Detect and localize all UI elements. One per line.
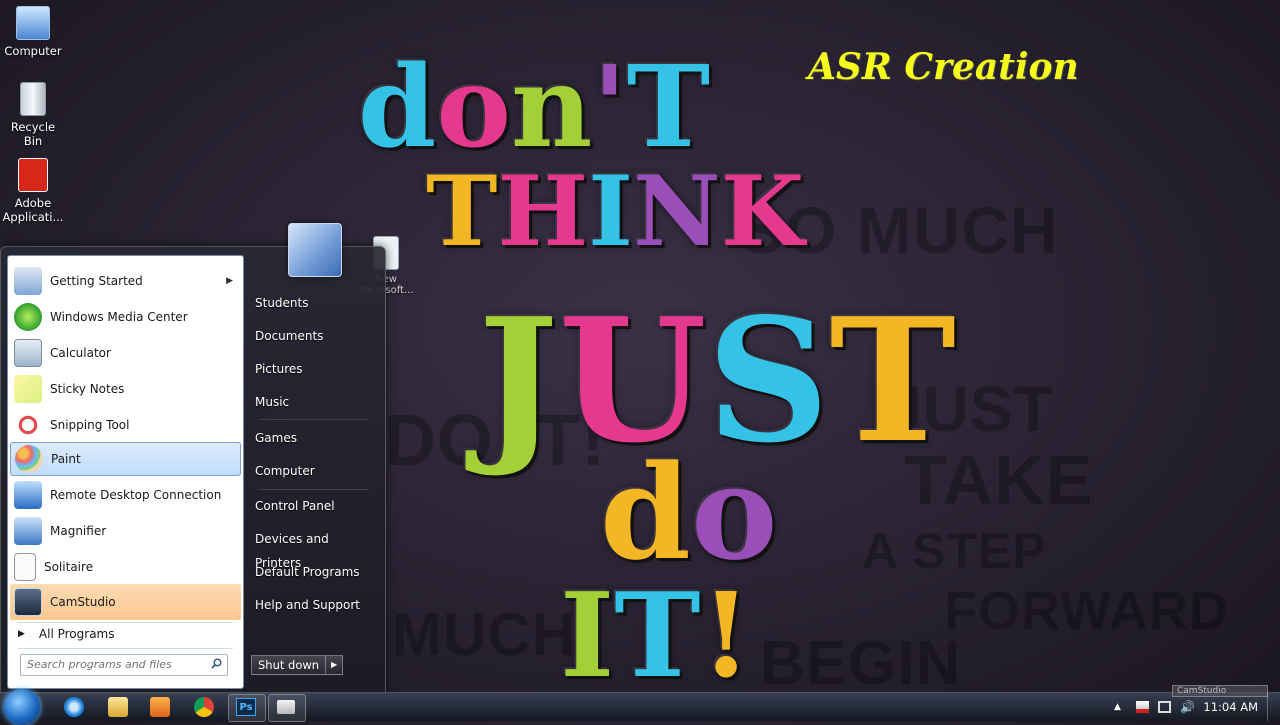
snipping-tool-icon bbox=[14, 411, 42, 439]
wallpaper-word-do: do bbox=[600, 436, 778, 589]
watermark-text: ASR Creation bbox=[808, 46, 1079, 88]
shutdown-button[interactable]: Shut down bbox=[251, 655, 327, 675]
paint-palette-icon bbox=[15, 445, 43, 473]
program-label: CamStudio bbox=[50, 595, 116, 609]
place-music[interactable]: Music bbox=[255, 390, 377, 414]
programs-pane: Getting Started ▶ Windows Media Center C… bbox=[7, 255, 244, 689]
wallpaper-bg-word: MUCH bbox=[392, 601, 576, 668]
place-computer[interactable]: Computer bbox=[255, 459, 377, 483]
program-calculator[interactable]: Calculator bbox=[10, 336, 241, 370]
search-input[interactable] bbox=[21, 655, 203, 673]
program-magnifier[interactable]: Magnifier bbox=[10, 514, 241, 548]
program-getting-started[interactable]: Getting Started ▶ bbox=[10, 264, 241, 298]
wallpaper-word-think: THINK bbox=[426, 155, 805, 268]
program-label: Windows Media Center bbox=[50, 310, 188, 324]
all-programs-arrow-icon: ▶ bbox=[18, 629, 25, 639]
program-camstudio[interactable]: CamStudio bbox=[10, 584, 241, 620]
program-label: Solitaire bbox=[44, 560, 94, 574]
show-desktop-button[interactable] bbox=[1267, 693, 1280, 721]
show-hidden-icons-arrow[interactable]: ▲ bbox=[1114, 701, 1127, 713]
places-separator bbox=[259, 489, 369, 490]
desktop-icon-label: Computer bbox=[4, 44, 62, 58]
place-help-and-support[interactable]: Help and Support bbox=[255, 593, 377, 617]
shutdown-group: Shut down ▶ bbox=[251, 655, 344, 675]
start-menu: Getting Started ▶ Windows Media Center C… bbox=[0, 223, 386, 694]
wallpaper-bg-word: FORWARD bbox=[944, 581, 1229, 641]
network-icon[interactable] bbox=[1158, 701, 1171, 713]
action-center-flag-icon[interactable] bbox=[1136, 701, 1149, 713]
desktop-icon-label: Adobe Applicati... bbox=[2, 196, 64, 224]
program-label: Calculator bbox=[50, 346, 111, 360]
volume-icon[interactable]: 🔊 bbox=[1180, 701, 1195, 713]
camstudio-icon bbox=[14, 588, 42, 616]
desktop-icon-recycle-bin[interactable]: Recycle Bin bbox=[1, 82, 65, 148]
program-remote-desktop-connection[interactable]: Remote Desktop Connection bbox=[10, 478, 241, 512]
wallpaper-word-it: IT! bbox=[560, 568, 752, 704]
place-control-panel[interactable]: Control Panel bbox=[255, 494, 377, 518]
program-snipping-tool[interactable]: Snipping Tool bbox=[10, 408, 241, 442]
program-label: Snipping Tool bbox=[50, 418, 130, 432]
magnifier-icon bbox=[14, 517, 42, 545]
places-separator bbox=[259, 419, 369, 420]
wallpaper-bg-word: A STEP bbox=[862, 523, 1047, 579]
place-students[interactable]: Students bbox=[255, 291, 377, 315]
computer-icon bbox=[16, 6, 50, 40]
taskbar: Ps CamStudio ▲ 🔊 11:04 AM bbox=[0, 685, 1280, 725]
program-label: Getting Started bbox=[50, 274, 143, 288]
search-icon[interactable] bbox=[211, 658, 222, 669]
program-label: Sticky Notes bbox=[50, 382, 125, 396]
wallpaper-bg-word: BEGIN bbox=[760, 629, 962, 698]
internet-explorer-icon[interactable] bbox=[64, 697, 84, 717]
all-programs-label: All Programs bbox=[38, 627, 115, 641]
taskbar-camstudio-button[interactable] bbox=[268, 694, 306, 722]
submenu-arrow-icon: ▶ bbox=[226, 276, 233, 286]
desktop-icon-label: Recycle Bin bbox=[10, 120, 56, 148]
recycle-bin-icon bbox=[20, 82, 46, 116]
remote-desktop-icon bbox=[14, 481, 42, 509]
program-label: Remote Desktop Connection bbox=[50, 488, 222, 502]
media-player-icon[interactable] bbox=[150, 697, 170, 717]
calculator-icon bbox=[14, 339, 42, 367]
getting-started-icon bbox=[14, 267, 42, 295]
program-sticky-notes[interactable]: Sticky Notes bbox=[10, 372, 241, 406]
all-programs-button[interactable]: ▶ All Programs bbox=[14, 622, 236, 646]
sticky-notes-icon bbox=[14, 375, 42, 403]
wallpaper-word-dont: don'T bbox=[358, 42, 711, 173]
place-pictures[interactable]: Pictures bbox=[255, 357, 377, 381]
program-solitaire[interactable]: Solitaire bbox=[10, 550, 241, 584]
windows-media-center-icon bbox=[14, 303, 42, 331]
windows-explorer-icon[interactable] bbox=[108, 697, 128, 717]
desktop-icon-computer[interactable]: Computer bbox=[1, 6, 65, 58]
camstudio-icon bbox=[277, 700, 295, 714]
solitaire-cards-icon bbox=[14, 553, 36, 581]
adobe-icon bbox=[18, 158, 48, 192]
place-documents[interactable]: Documents bbox=[255, 324, 377, 348]
place-default-programs[interactable]: Default Programs bbox=[255, 560, 377, 584]
taskbar-photoshop-button[interactable]: Ps bbox=[228, 694, 266, 722]
places-pane: Students Documents Pictures Music Games … bbox=[249, 247, 383, 693]
system-clock[interactable]: 11:04 AM bbox=[1203, 693, 1258, 721]
photoshop-label: Ps bbox=[239, 702, 253, 713]
program-paint[interactable]: Paint bbox=[10, 442, 241, 476]
program-label: Magnifier bbox=[50, 524, 107, 538]
shutdown-options-arrow-icon[interactable]: ▶ bbox=[326, 655, 344, 675]
program-label: Paint bbox=[51, 452, 81, 466]
chrome-icon[interactable] bbox=[194, 697, 214, 717]
desktop-icon-adobe[interactable]: Adobe Applicati... bbox=[1, 158, 65, 224]
place-devices-and-printers[interactable]: Devices and Printers bbox=[255, 527, 377, 570]
menu-separator bbox=[18, 648, 233, 649]
program-windows-media-center[interactable]: Windows Media Center bbox=[10, 300, 241, 334]
place-games[interactable]: Games bbox=[255, 426, 377, 450]
photoshop-icon: Ps bbox=[236, 698, 256, 716]
start-search-box[interactable] bbox=[20, 654, 228, 676]
